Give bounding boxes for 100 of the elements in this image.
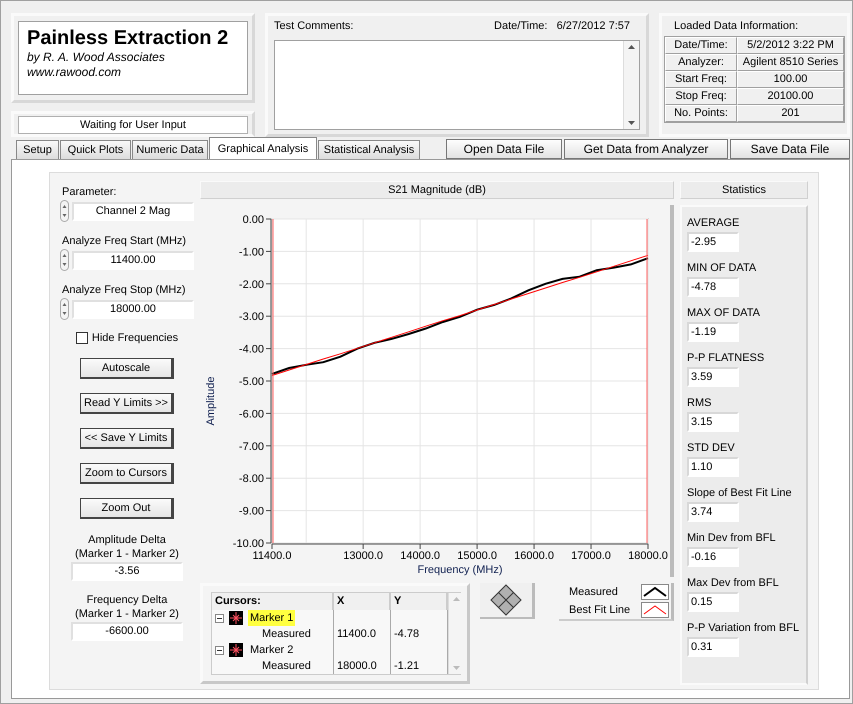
axis-tick-label: 15000.0 (457, 550, 497, 562)
tool-button[interactable]: Zoom to Cursors (80, 463, 174, 484)
tab[interactable]: Graphical Analysis (209, 137, 317, 159)
axis-tick-label: 11400.0 (252, 550, 292, 562)
axis-tick-label: 16000.0 (514, 550, 554, 562)
column-header: Cursors: (212, 593, 334, 610)
numeric-field[interactable]: Channel 2 Mag (72, 202, 194, 220)
action-button[interactable]: Get Data from Analyzer (564, 139, 728, 159)
info-label: Start Freq: (665, 71, 737, 88)
stat-value: -1.19 (687, 322, 739, 342)
date-time-label: Date/Time: 6/27/2012 7:57 (494, 20, 630, 34)
tool-button[interactable]: << Save Y Limits (80, 428, 174, 449)
stat-label: RMS (687, 397, 712, 409)
legend-label: Measured (569, 586, 619, 598)
stat-value: 3.15 (687, 412, 739, 432)
stat-label: AVERAGE (687, 217, 740, 229)
axis-tick-label: 13000.0 (343, 550, 384, 562)
stat-value: 0.15 (687, 592, 739, 612)
axis-title: Amplitude (205, 376, 217, 426)
collapse-icon[interactable] (215, 646, 224, 654)
tab[interactable]: Setup (16, 140, 59, 159)
axis-tick-label: -5.00 (238, 376, 264, 388)
info-label: Stop Freq: (665, 88, 737, 105)
field-label: Parameter: (61, 185, 118, 199)
tool-button[interactable]: Zoom Out (80, 498, 174, 519)
table-cell-text: 11400.0 (337, 627, 376, 642)
spinner-arrows-icon[interactable] (60, 298, 69, 320)
stat-value: 3.74 (687, 502, 739, 522)
tab[interactable]: Quick Plots (60, 140, 131, 159)
stat-value: 0.31 (687, 637, 739, 657)
axis-tick-label: -7.00 (238, 440, 264, 453)
table-cell-text: -1.21 (394, 659, 420, 674)
numeric-field[interactable]: 18000.00 (72, 300, 194, 318)
info-label: Analyzer: (665, 54, 737, 71)
comments-label: Test Comments: (274, 20, 354, 34)
crosshair-icon (229, 643, 243, 657)
axis-tick-label: 17000.0 (571, 550, 611, 562)
statistics-title: Statistics (680, 181, 808, 199)
field-label: Analyze Freq Stop (MHz) (61, 283, 186, 297)
stat-label: P-P Variation from BFL (687, 622, 800, 634)
checkbox-label: Hide Frequencies (92, 332, 178, 344)
crosshair-icon (229, 611, 243, 625)
info-value: 201 (737, 105, 844, 122)
info-label: Date/Time: (665, 37, 737, 54)
status-field: Waiting for User Input (18, 116, 248, 134)
trace-name: Measured (262, 627, 311, 642)
tool-button[interactable]: Read Y Limits >> (80, 393, 174, 414)
axis-tick-label: 0.00 (242, 214, 264, 226)
stat-value: 1.10 (687, 457, 739, 477)
cursor-move-button[interactable] (480, 583, 535, 619)
spinner-arrows-icon[interactable] (60, 249, 69, 271)
table-cell-text: -4.78 (394, 627, 420, 642)
spinner-arrows-icon[interactable] (60, 200, 69, 222)
axis-tick-label: -8.00 (238, 473, 264, 486)
table-cell-text: 18000.0 (337, 659, 377, 674)
info-label: No. Points: (665, 105, 737, 122)
cursor-table[interactable]: Cursors: X Y Marker 1 Measured 11400.0 -4.78 Marker 2 Measured 18000.0 -1.21 (211, 592, 461, 675)
diamond-pad-icon (490, 584, 522, 616)
axis-tick-label: -9.00 (238, 506, 264, 518)
byline: by R. A. Wood Associates (27, 50, 166, 65)
tab[interactable]: Numeric Data (132, 140, 208, 159)
loaded-info-title: Loaded Data Information: (673, 19, 800, 34)
axis-title: Frequency (MHz) (418, 564, 502, 576)
scroll-up-icon[interactable] (628, 45, 635, 49)
field-label: Analyze Freq Start (MHz) (61, 234, 188, 248)
info-value: Agilent 8510 Series (737, 54, 844, 71)
legend-label: Best Fit Line (569, 604, 632, 616)
field-label: Amplitude Delta (Marker 1 - Marker 2) (74, 533, 180, 561)
scrollbar[interactable] (623, 41, 639, 129)
action-button[interactable]: Open Data File (446, 139, 562, 159)
axis-tick-label: 14000.0 (400, 550, 440, 562)
stat-label: Max Dev from BFL (687, 577, 780, 589)
marker-name[interactable]: Marker 2 (248, 642, 296, 658)
tab[interactable]: Statistical Analysis (318, 140, 420, 159)
stat-value: -2.95 (687, 232, 739, 252)
trace-name: Measured (262, 659, 311, 674)
stat-label: Slope of Best Fit Line (687, 487, 793, 499)
column-header: X (334, 593, 391, 610)
axis-tick-label: -2.00 (238, 278, 264, 291)
website-url: www.rawood.com (27, 65, 122, 80)
axis-tick-label: -4.00 (238, 344, 264, 356)
stat-value: -4.78 (687, 277, 739, 297)
axis-tick-label: -1.00 (238, 246, 264, 258)
stat-label: MAX OF DATA (687, 307, 761, 319)
scroll-down-icon[interactable] (628, 121, 635, 125)
info-value: 100.00 (737, 71, 844, 88)
action-button[interactable]: Save Data File (730, 139, 850, 159)
marker-name[interactable]: Marker 1 (248, 610, 296, 626)
collapse-icon[interactable] (215, 614, 224, 622)
axis-tick-label: -6.00 (238, 408, 264, 420)
delta-field: -3.56 (71, 562, 183, 581)
comments-field[interactable] (274, 40, 640, 130)
stat-label: MIN OF DATA (687, 262, 758, 274)
stat-value: -0.16 (687, 547, 739, 567)
checkbox[interactable] (76, 332, 88, 344)
numeric-field[interactable]: 11400.00 (72, 250, 194, 270)
tool-button[interactable]: Autoscale (80, 358, 174, 379)
app-title: Painless Extraction 2 (27, 26, 230, 50)
column-header: Y (391, 593, 448, 610)
delta-field: -6600.00 (71, 622, 183, 641)
